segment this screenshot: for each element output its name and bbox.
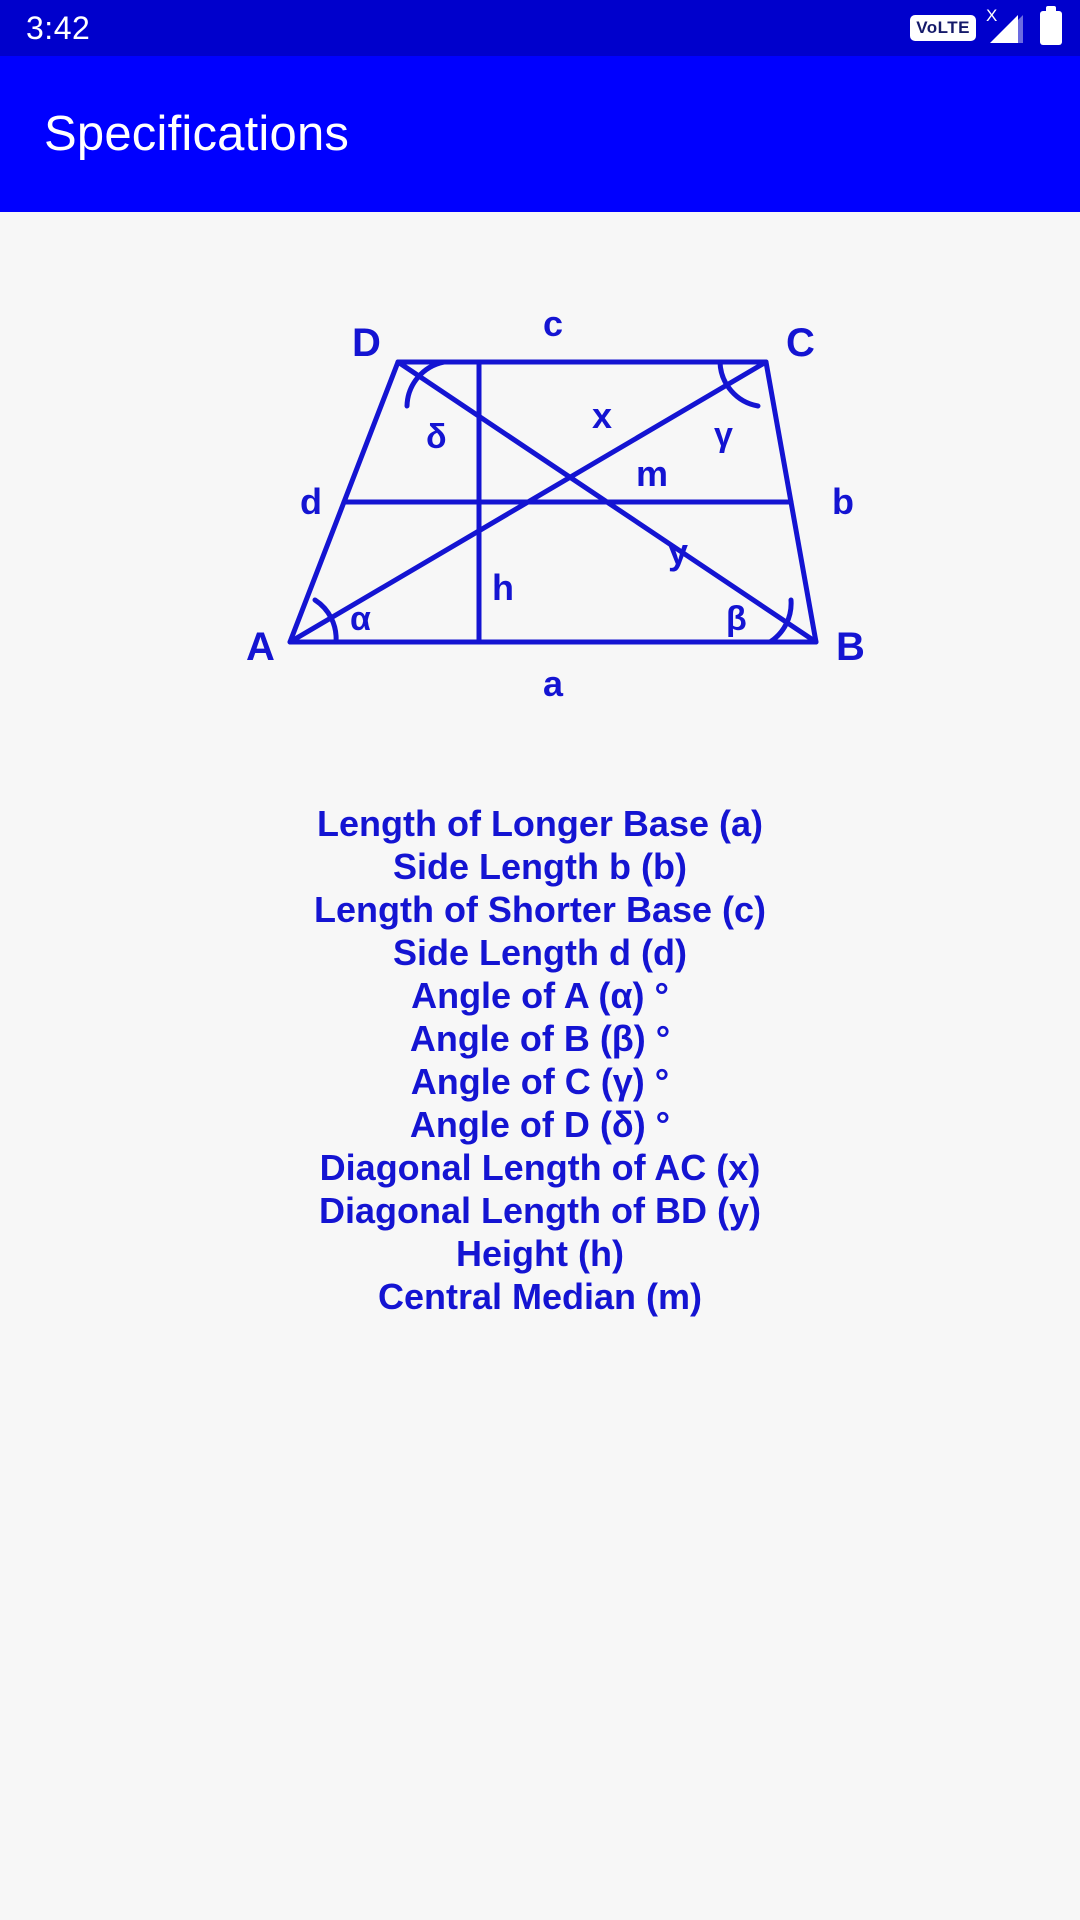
status-bar: 3:42 VoLTE X (0, 0, 1080, 56)
vertex-label-C: C (786, 321, 815, 365)
trapezoid-diagram: A B C D a b c d α β γ δ x y m h (246, 303, 865, 702)
spec-item-diagonal-bd: Diagonal Length of BD (y) (319, 1190, 761, 1231)
trapezoid-figure: A B C D a b c d α β γ δ x y m h (0, 302, 1080, 722)
page-title: Specifications (44, 107, 350, 161)
vertex-label-B: B (836, 625, 865, 669)
angle-label-beta: β (726, 600, 747, 638)
angle-label-alpha: α (350, 600, 371, 638)
spec-item-angle-c: Angle of C (γ) ° (410, 1061, 670, 1102)
app-bar: Specifications (0, 56, 1080, 212)
content-area: A B C D a b c d α β γ δ x y m h Length o… (0, 212, 1080, 1920)
spec-item-angle-b: Angle of B (β) ° (409, 1018, 671, 1059)
spec-item-side-b: Side Length b (b) (393, 846, 687, 887)
signal-bars-icon: X (986, 7, 1028, 45)
signal-bars-shape (990, 15, 1018, 43)
vertex-label-D: D (352, 321, 381, 365)
spec-item-angle-d: Angle of D (δ) ° (409, 1104, 671, 1145)
spec-item-angle-a: Angle of A (α) ° (411, 975, 669, 1016)
segment-label-y: y (668, 531, 688, 572)
side-label-a: a (543, 663, 564, 702)
volte-icon: VoLTE (910, 15, 976, 41)
side-label-c: c (543, 303, 563, 344)
spec-item-longer-base: Length of Longer Base (a) (316, 803, 763, 844)
battery-icon (1040, 11, 1062, 45)
spec-item-diagonal-ac: Diagonal Length of AC (x) (319, 1147, 761, 1188)
spec-item-height: Height (h) (456, 1233, 624, 1274)
angle-label-gamma: γ (714, 416, 733, 454)
status-clock: 3:42 (26, 10, 91, 46)
spec-item-central-median: Central Median (m) (377, 1276, 703, 1317)
status-icon-group: VoLTE X (910, 7, 1062, 45)
vertex-label-A: A (246, 625, 275, 669)
segment-label-x: x (592, 395, 612, 436)
side-label-d: d (300, 481, 322, 522)
segment-label-h: h (492, 567, 514, 608)
angle-arc-delta (404, 359, 447, 409)
side-label-b: b (832, 481, 854, 522)
spec-item-shorter-base: Length of Shorter Base (c) (313, 889, 767, 930)
spec-item-side-d: Side Length d (d) (393, 932, 687, 973)
angle-label-delta: δ (426, 418, 447, 456)
specification-list: Length of Longer Base (a) Side Length b … (0, 802, 1080, 1318)
segment-label-m: m (636, 453, 668, 494)
